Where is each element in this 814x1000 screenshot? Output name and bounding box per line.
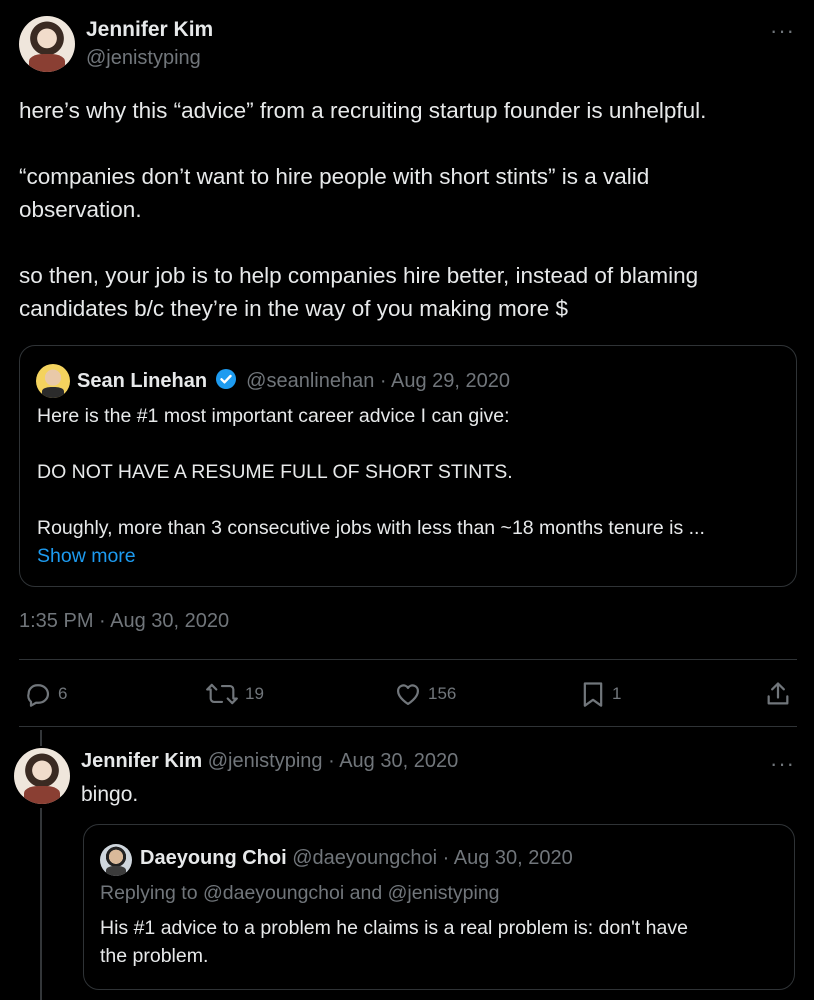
quoted-tweet-body: Here is the #1 most important career adv…: [37, 402, 787, 570]
quoted-author-name: Sean Linehan: [77, 370, 208, 392]
reply-header: Jennifer Kim @jenistyping · Aug 30, 2020: [81, 750, 458, 773]
reply-quoted-card[interactable]: Daeyoung Choi @daeyoungchoi · Aug 30, 20…: [83, 824, 795, 990]
reply-quoted-avatar: [100, 844, 132, 876]
reply-more-options-icon[interactable]: ···: [770, 751, 795, 777]
divider: [19, 659, 797, 660]
quoted-tweet-line: Here is the #1 most important career adv…: [37, 405, 510, 427]
reply-quoted-line: His #1 advice to a problem he claims is …: [100, 917, 688, 939]
quoted-tweet-line: DO NOT HAVE A RESUME FULL OF SHORT STINT…: [37, 461, 513, 483]
reply-date[interactable]: · Aug 30, 2020: [328, 750, 458, 772]
share-icon: [764, 680, 792, 708]
reply-author-handle[interactable]: @jenistyping: [208, 750, 323, 772]
thread-line: [40, 730, 42, 746]
bookmark-count: 1: [612, 684, 622, 703]
show-more-link[interactable]: Show more: [37, 542, 787, 570]
author-name[interactable]: Jennifer Kim: [86, 18, 213, 42]
reply-quoted-author-name: Daeyoung Choi: [140, 847, 287, 869]
reply-quoted-body: His #1 advice to a problem he claims is …: [100, 914, 780, 970]
author-avatar[interactable]: [19, 16, 75, 72]
tweet-text-line: here’s why this “advice” from a recruiti…: [19, 98, 707, 123]
reply-quoted-line: the problem.: [100, 945, 209, 967]
reply-text: bingo.: [81, 783, 139, 806]
quoted-tweet-card[interactable]: Sean Linehan @seanlinehan · Aug 29, 2020…: [19, 345, 797, 587]
tweet-text-line: candidates b/c they’re in the way of you…: [19, 296, 569, 321]
reply-quoted-date: · Aug 30, 2020: [442, 847, 573, 869]
tweet-text-line: observation.: [19, 197, 142, 222]
retweet-button[interactable]: 19: [205, 680, 264, 708]
quoted-author-handle: @seanlinehan: [246, 370, 375, 392]
reply-author-name[interactable]: Jennifer Kim: [81, 750, 202, 772]
tweet-timestamp[interactable]: 1:35 PM · Aug 30, 2020: [19, 610, 229, 633]
verified-badge-icon: [215, 368, 237, 390]
thread-line: [40, 808, 42, 1000]
quoted-tweet-header: Sean Linehan @seanlinehan · Aug 29, 2020: [77, 368, 510, 393]
quoted-author-avatar: [36, 364, 70, 398]
divider: [19, 726, 797, 727]
tweet-text: here’s why this “advice” from a recruiti…: [19, 94, 809, 325]
share-button[interactable]: [764, 680, 792, 708]
replying-to-label: Replying to @daeyoungchoi and @jenistypi…: [100, 882, 500, 904]
reply-count: 6: [58, 684, 68, 703]
quoted-tweet-date: · Aug 29, 2020: [379, 370, 511, 392]
bookmark-button[interactable]: 1: [580, 680, 621, 708]
quoted-tweet-line: Roughly, more than 3 consecutive jobs wi…: [37, 517, 705, 539]
bookmark-icon: [580, 680, 606, 708]
more-options-icon[interactable]: ···: [770, 18, 795, 44]
reply-quoted-author-handle: @daeyoungchoi: [292, 847, 438, 869]
heart-icon: [394, 680, 422, 708]
retweet-icon: [205, 680, 239, 708]
tweet-text-line: so then, your job is to help companies h…: [19, 263, 699, 288]
author-handle[interactable]: @jenistyping: [86, 47, 201, 70]
reply-author-avatar[interactable]: [14, 748, 70, 804]
reply-button[interactable]: 6: [24, 680, 67, 708]
reply-quoted-header: Daeyoung Choi @daeyoungchoi · Aug 30, 20…: [140, 847, 573, 870]
retweet-count: 19: [245, 684, 264, 703]
like-button[interactable]: 156: [394, 680, 456, 708]
reply-icon: [24, 680, 52, 708]
tweet-text-line: “companies don’t want to hire people wit…: [19, 164, 650, 189]
like-count: 156: [428, 684, 457, 703]
